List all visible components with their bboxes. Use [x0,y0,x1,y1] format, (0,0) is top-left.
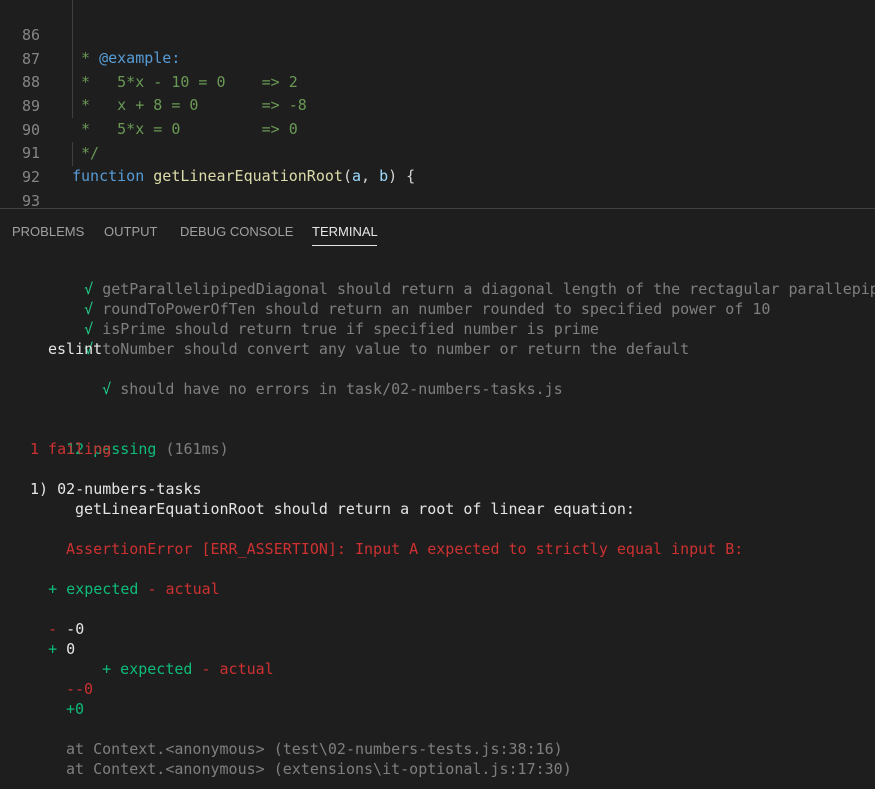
code-line[interactable]: 90 */ [0,95,875,163]
terminal-line: 12 passing (161ms) [66,440,229,458]
code-line[interactable]: 86 * @example: [0,0,875,68]
code-line[interactable]: 89 * 5*x = 0 => 0 [0,71,875,139]
terminal-line: + expected - actual [102,660,274,678]
code-line[interactable]: 91 function getLinearEquationRoot(a, b) … [0,118,875,186]
terminal-line: √ should have no errors in task/02-numbe… [102,380,563,398]
terminal-line: + 0 [48,640,76,658]
code-line[interactable]: 93 } [0,166,875,208]
terminal-line: 1) 02-numbers-tasks [30,480,202,498]
terminal-line: --0 [66,680,94,698]
panel-tabs: PROBLEMS OUTPUT DEBUG CONSOLE TERMINAL [0,209,875,255]
terminal-line: getLinearEquationRoot should return a ro… [75,500,635,518]
tab-terminal[interactable]: TERMINAL [312,224,378,240]
code-line[interactable]: 94 [0,190,875,208]
code-line[interactable]: 87 * 5*x - 10 = 0 => 2 [0,24,875,92]
terminal-line: - -0 [48,620,85,638]
terminal-line: √ toNumber should convert any value to n… [84,340,690,358]
code-line[interactable]: 88 * x + 8 = 0 => -8 [0,47,875,115]
terminal-line: at Context.<anonymous> (test\02-numbers-… [66,740,563,758]
terminal-line: AssertionError [ERR_ASSERTION]: Input A … [66,540,744,558]
terminal-line: eslint [48,340,103,358]
tab-debug-console[interactable]: DEBUG CONSOLE [180,224,293,240]
terminal-line: √ roundToPowerOfTen should return an num… [84,300,771,318]
active-tab-indicator [312,245,377,246]
check-icon: √ [102,380,112,398]
terminal-line: +0 [66,700,85,718]
indent-guide [72,142,73,166]
terminal-line: √ getParallelipipedDiagonal should retur… [84,280,875,298]
terminal-line: at Context.<anonymous> (extensions\it-op… [66,760,572,778]
code-line[interactable]: 92 return -b/a; [0,142,875,186]
terminal-line: + expected - actual [48,580,220,598]
bottom-panel: PROBLEMS OUTPUT DEBUG CONSOLE TERMINAL √… [0,208,875,789]
terminal-line: √ isPrime should return true if specifie… [84,320,599,338]
terminal-line: 1 failing [30,440,112,458]
tab-output[interactable]: OUTPUT [104,224,157,240]
tab-problems[interactable]: PROBLEMS [12,224,84,240]
code-editor[interactable]: 86 * @example: 87 * 5*x - 10 = 0 => 2 88… [0,0,875,208]
